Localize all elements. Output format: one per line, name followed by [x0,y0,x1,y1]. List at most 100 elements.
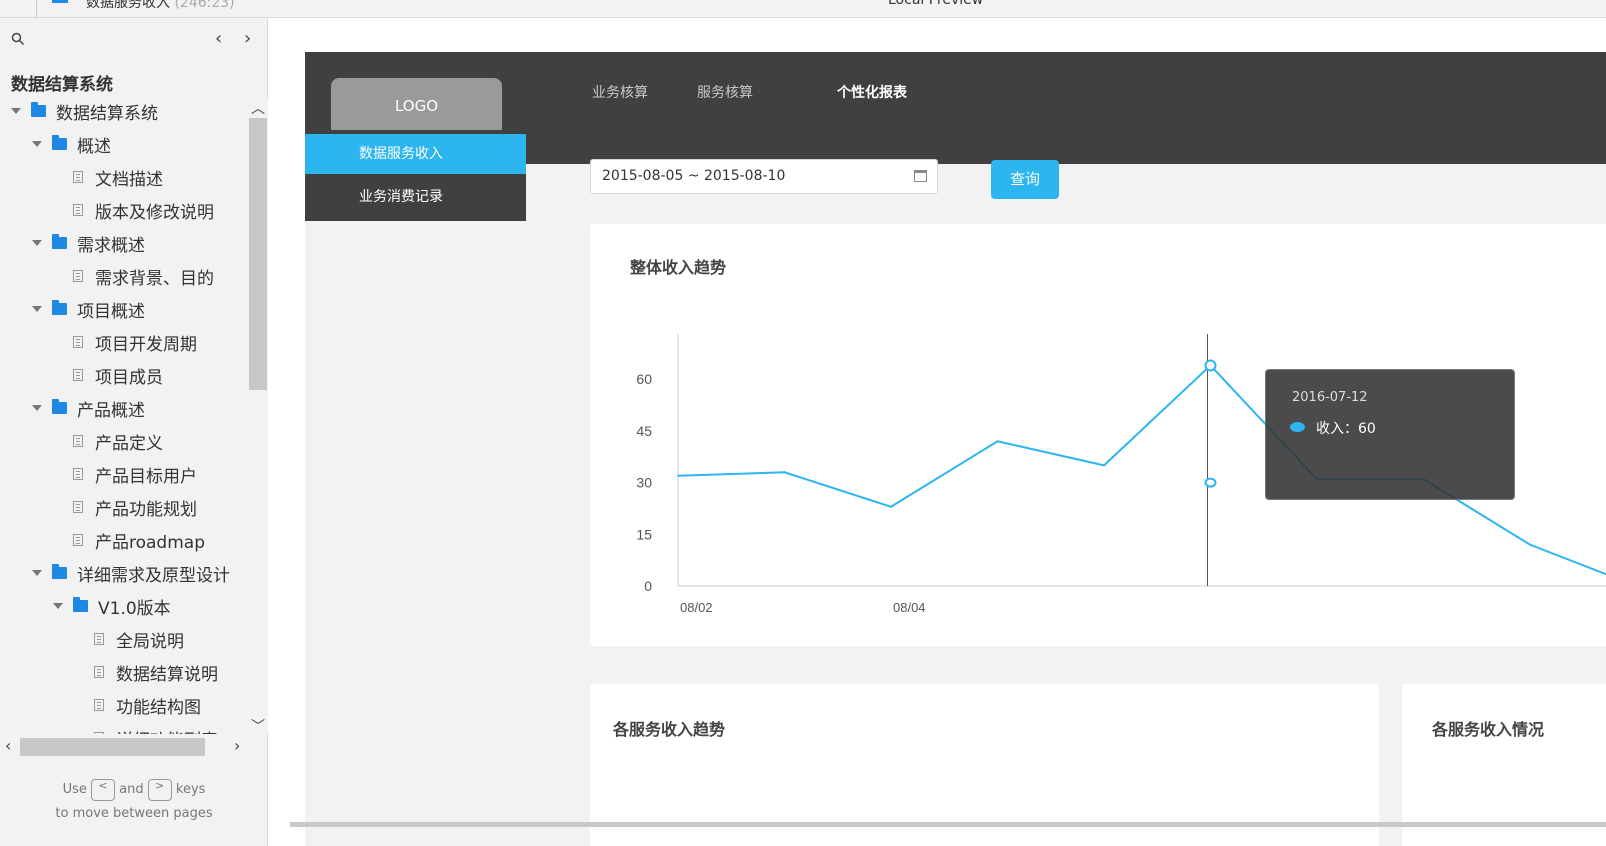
tree-folder[interactable]: 项目概述 [32,296,145,322]
folder-icon [52,300,67,315]
page-icon [94,732,104,734]
tree-label: 概述 [77,136,111,157]
y-tick-label: 45 [636,423,652,439]
tab-service-accounting[interactable]: 服务核算 [697,82,753,102]
expand-caret-icon[interactable] [32,141,42,147]
page-tree: 数据结算系统概述文档描述版本及修改说明需求概述需求背景、目的项目概述项目开发周期… [0,98,248,734]
tree-page[interactable]: 产品定义 [73,428,163,454]
data-point [1204,359,1217,372]
page-icon [73,204,83,216]
tree-label: 产品功能规划 [95,499,197,520]
sidebar-vertical-scrollbar[interactable]: ︿ ﹀ [248,98,268,736]
scrollbar-thumb[interactable] [20,738,205,756]
page-icon [94,666,104,678]
folder-icon [52,234,67,249]
folder-icon [52,399,67,414]
tree-page[interactable]: 产品功能规划 [73,494,197,520]
page-icon [73,171,83,183]
expand-caret-icon[interactable] [32,405,42,411]
tree-folder[interactable]: V1.0版本 [53,593,171,619]
tab-business-accounting[interactable]: 业务核算 [592,82,648,102]
y-tick-label: 15 [636,526,652,542]
query-button[interactable]: 查询 [991,160,1059,199]
menu-icon[interactable] [52,0,68,3]
folder-icon [52,564,67,579]
tree-label: 版本及修改说明 [95,202,214,223]
tree-folder[interactable]: 概述 [32,131,111,157]
next-key-icon: > [147,778,172,801]
hint-use: Use [62,782,87,797]
tree-folder[interactable]: 详细需求及原型设计 [32,560,230,586]
tree-label: 需求概述 [77,235,145,256]
card-title: 各服务收入趋势 [613,720,726,739]
sidebar-horizontal-scrollbar[interactable]: ‹ › [0,736,248,758]
scrollbar-thumb[interactable] [249,118,267,390]
tree-page[interactable]: 需求背景、目的 [73,263,214,289]
menu-item-consumption-records[interactable]: 业务消费记录 [305,174,526,221]
tree-folder[interactable]: 数据结算系统 [11,98,158,124]
next-page-icon[interactable]: › [244,28,251,49]
tree-page[interactable]: 功能结构图 [94,692,201,718]
keyboard-hint: Use < and > keys to move between pages [0,778,268,826]
page-icon [73,270,83,282]
tree-label: 需求背景、目的 [95,268,214,289]
tree-page[interactable]: 数据结算说明 [94,659,218,685]
page-icon [94,699,104,711]
tree-page[interactable]: 项目成员 [73,362,163,388]
expand-caret-icon[interactable] [32,570,42,576]
tree-page[interactable]: 文档描述 [73,164,163,190]
tree-label: 产品概述 [77,400,145,421]
tree-page[interactable]: 全局说明 [94,626,184,652]
folder-icon [73,597,88,612]
scroll-right-icon[interactable]: › [234,736,240,755]
prototype-canvas: LOGO 业务核算 服务核算 个性化报表 数据服务收入 业务消费记录 2015-… [305,52,1606,846]
page-icon [73,435,83,447]
prev-page-icon[interactable]: ‹ [215,28,222,49]
sidebar: ‹ › 数据结算系统 数据结算系统概述文档描述版本及修改说明需求概述需求背景、目… [0,18,268,846]
document-title: 数据服务收入 (246:23) [86,0,235,12]
tree-label: 数据结算说明 [116,664,218,685]
y-tick-label: 0 [644,578,652,594]
expand-caret-icon[interactable] [11,108,21,114]
folder-icon [52,135,67,150]
tree-page[interactable]: 详细功能列表 [94,725,218,734]
tree-label: 详细功能列表 [116,726,218,735]
tree-page[interactable]: 产品目标用户 [73,461,197,487]
folder-icon [31,102,46,117]
tab-custom-report[interactable]: 个性化报表 [837,82,907,102]
menu-item-data-service-income[interactable]: 数据服务收入 [305,134,526,174]
page-icon [73,468,83,480]
calendar-icon[interactable] [914,170,927,182]
tree-label: 产品roadmap [95,532,205,553]
page-icon [73,501,83,513]
tree-label: 项目成员 [95,367,163,388]
x-tick-label: 08/02 [680,600,713,615]
tree-page[interactable]: 版本及修改说明 [73,197,214,223]
expand-caret-icon[interactable] [32,240,42,246]
document-title-text: 数据服务收入 [86,0,170,11]
tree-page[interactable]: 产品roadmap [73,527,205,553]
tree-label: 功能结构图 [116,697,201,718]
logo: LOGO [331,78,502,130]
horizontal-scrollbar[interactable] [290,822,1606,827]
scroll-left-icon[interactable]: ‹ [5,736,11,755]
tree-page[interactable]: 项目开发周期 [73,329,197,355]
scroll-down-icon[interactable]: ﹀ [251,716,265,736]
date-range-input[interactable]: 2015-08-05 ~ 2015-08-10 [590,159,938,194]
tree-folder[interactable]: 需求概述 [32,230,145,256]
scroll-up-icon[interactable]: ︿ [251,98,265,118]
prev-key-icon: < [91,778,115,801]
search-icon[interactable] [11,32,25,46]
sidebar-title: 数据结算系统 [11,75,113,95]
tooltip-value: 收入：60 [1316,421,1376,437]
x-tick-label: 08/04 [893,600,926,615]
expand-caret-icon[interactable] [32,306,42,312]
tree-label: 项目开发周期 [95,334,197,355]
tree-folder[interactable]: 产品概述 [32,395,145,421]
tree-label: V1.0版本 [98,598,171,619]
page-icon [73,336,83,348]
expand-caret-icon[interactable] [53,603,63,609]
document-meta: (246:23) [174,0,235,11]
tree-label: 产品定义 [95,433,163,454]
divider [36,0,37,17]
